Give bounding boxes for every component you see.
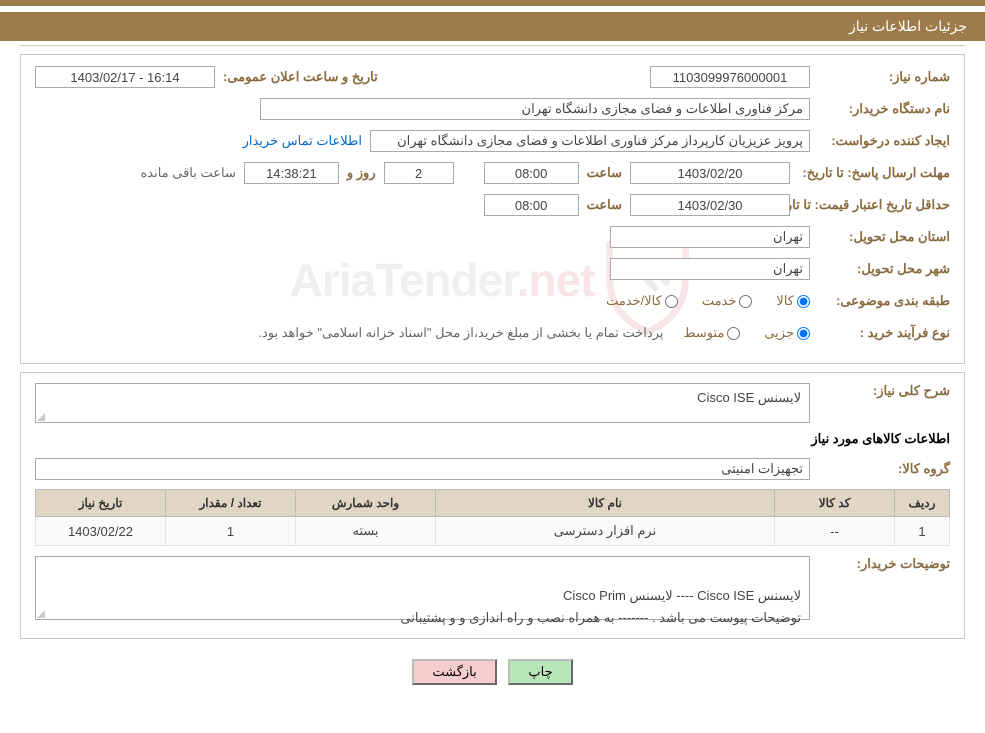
th-qty: تعداد / مقدار — [166, 490, 296, 517]
price-valid-label: حداقل تاریخ اعتبار قیمت: تا تاریخ: — [790, 197, 950, 214]
radio-goods[interactable]: کالا — [776, 293, 810, 309]
deadline-date: 1403/02/20 — [630, 162, 790, 184]
purchase-note: پرداخت تمام یا بخشی از مبلغ خرید،از محل … — [258, 325, 663, 341]
days-label: روز و — [339, 165, 384, 181]
request-no-value: 1103099976000001 — [650, 66, 810, 88]
requester-label: ایجاد کننده درخواست: — [810, 133, 950, 149]
announce-label: تاریخ و ساعت اعلان عمومی: — [215, 69, 386, 85]
time-label-2: ساعت — [579, 197, 630, 213]
buyer-contact-link[interactable]: اطلاعات تماس خریدار — [243, 133, 362, 149]
requester-value: پرویز عزیزیان کارپرداز مرکز فناوری اطلاع… — [370, 130, 810, 152]
time-label-1: ساعت — [579, 165, 630, 181]
announce-value: 16:14 - 1403/02/17 — [35, 66, 215, 88]
items-table: ردیف کد کالا نام کالا واحد شمارش تعداد /… — [35, 489, 950, 546]
table-row: 1 -- نرم افزار دسترسی بسته 1 1403/02/22 — [36, 517, 950, 546]
days-value: 2 — [384, 162, 454, 184]
price-valid-time: 08:00 — [484, 194, 579, 216]
price-valid-date: 1403/02/30 — [630, 194, 790, 216]
th-row: ردیف — [895, 490, 950, 517]
summary-textarea[interactable]: لایسنس Cisco ISE — [35, 383, 810, 423]
radio-service[interactable]: خدمت — [702, 293, 753, 309]
province-value: تهران — [610, 226, 810, 248]
group-value: تجهیزات امنیتی — [35, 458, 810, 480]
buyer-org-value: مرکز فناوری اطلاعات و فضای مجازی دانشگاه… — [260, 98, 810, 120]
need-info-section: شماره نیاز: 1103099976000001 تاریخ و ساع… — [20, 54, 965, 364]
remaining-label: ساعت باقی مانده — [132, 165, 243, 181]
buyer-notes-label: توضیحات خریدار: — [810, 556, 950, 572]
items-title: اطلاعات کالاهای مورد نیاز — [35, 431, 950, 447]
th-name: نام کالا — [436, 490, 775, 517]
buyer-org-label: نام دستگاه خریدار: — [810, 101, 950, 117]
province-label: استان محل تحویل: — [810, 229, 950, 245]
th-unit: واحد شمارش — [296, 490, 436, 517]
resize-handle-icon[interactable] — [37, 608, 47, 618]
resize-handle-icon[interactable] — [37, 411, 47, 421]
request-no-label: شماره نیاز: — [810, 69, 950, 85]
deadline-label: مهلت ارسال پاسخ: تا تاریخ: — [790, 165, 950, 182]
city-value: تهران — [610, 258, 810, 280]
radio-medium[interactable]: متوسط — [683, 325, 740, 341]
back-button[interactable]: بازگشت — [412, 659, 496, 685]
city-label: شهر محل تحویل: — [810, 261, 950, 277]
button-row: چاپ بازگشت — [0, 647, 985, 697]
countdown: 14:38:21 — [244, 162, 339, 184]
radio-small[interactable]: جزیی — [764, 325, 810, 341]
th-date: تاریخ نیاز — [36, 490, 166, 517]
radio-both[interactable]: کالا/خدمت — [606, 293, 678, 309]
summary-label: شرح کلی نیاز: — [810, 383, 950, 399]
th-code: کد کالا — [775, 490, 895, 517]
subject-class-label: طبقه بندی موضوعی: — [810, 293, 950, 309]
deadline-time: 08:00 — [484, 162, 579, 184]
details-section: شرح کلی نیاز: لایسنس Cisco ISE اطلاعات ک… — [20, 372, 965, 639]
purchase-type-label: نوع فرآیند خرید : — [810, 325, 950, 341]
group-label: گروه کالا: — [810, 461, 950, 477]
buyer-notes-textarea[interactable]: لایسنس Cisco ISE ---- لایسنس Cisco Prim … — [35, 556, 810, 620]
print-button[interactable]: چاپ — [508, 659, 572, 685]
page-title: جزئیات اطلاعات نیاز — [0, 12, 985, 41]
